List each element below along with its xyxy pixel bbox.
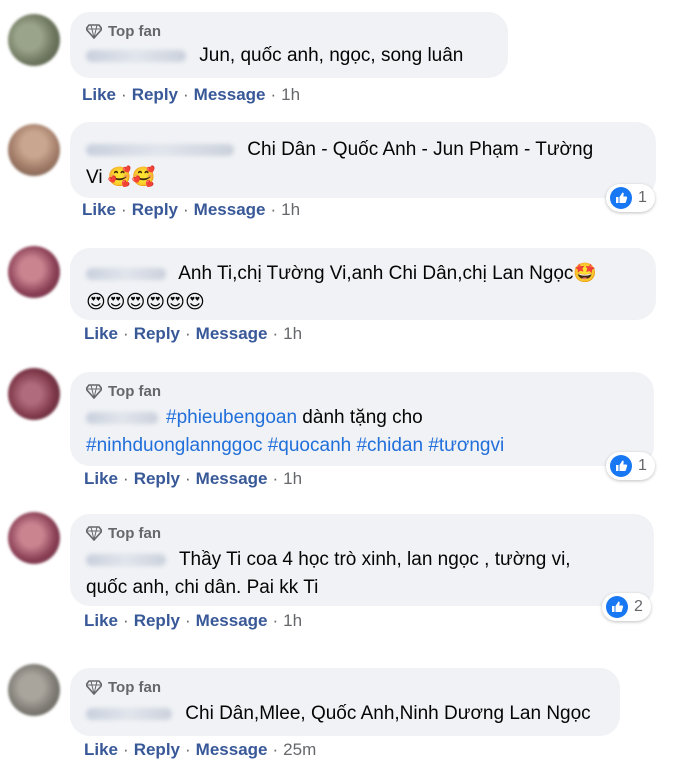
like-icon	[610, 187, 632, 209]
message-link[interactable]: Message	[196, 469, 268, 488]
comment-actions: Like · Reply · Message · 1h	[84, 611, 303, 630]
comment-actions: Like · Reply · Message · 1h	[84, 324, 303, 343]
comment-text: Chi Dân,Mlee, Quốc Anh,Ninh Dương Lan Ng…	[185, 703, 591, 724]
comment-text: Thầy Ti coa 4 học trò xinh, lan ngọc , t…	[178, 549, 571, 570]
reaction-count[interactable]: 1	[606, 184, 655, 212]
diamond-icon	[86, 680, 102, 695]
blurred-author-name[interactable]	[86, 553, 166, 566]
reply-link[interactable]: Reply	[134, 740, 180, 759]
reaction-count[interactable]: 2	[602, 593, 651, 621]
comment-text: quốc anh, chi dân. Pai kk Ti	[86, 577, 319, 598]
like-icon	[606, 596, 628, 618]
hashtag[interactable]: #phieubengoan	[166, 407, 297, 428]
avatar[interactable]	[8, 14, 60, 66]
diamond-icon	[86, 384, 102, 399]
like-link[interactable]: Like	[84, 324, 118, 343]
like-icon	[610, 455, 632, 477]
message-link[interactable]: Message	[194, 200, 266, 219]
like-link[interactable]: Like	[82, 200, 116, 219]
hashtag[interactable]: #chidan	[356, 435, 423, 456]
comment-text: Vi 🥰🥰	[86, 167, 156, 188]
comment-text: Chi Dân - Quốc Anh - Jun Phạm - Tường	[247, 139, 594, 160]
message-link[interactable]: Message	[196, 324, 268, 343]
reply-link[interactable]: Reply	[134, 469, 180, 488]
message-link[interactable]: Message	[194, 85, 266, 104]
message-link[interactable]: Message	[196, 740, 268, 759]
blurred-author-name[interactable]	[86, 143, 234, 156]
comment-bubble: Top fan Thầy Ti coa 4 học trò xinh, lan …	[70, 514, 654, 606]
blurred-author-name[interactable]	[86, 707, 172, 720]
top-fan-badge: Top fan	[86, 524, 638, 542]
like-link[interactable]: Like	[84, 611, 118, 630]
timestamp[interactable]: 1h	[281, 200, 300, 219]
diamond-icon	[86, 526, 102, 541]
blurred-author-name[interactable]	[86, 411, 158, 424]
comment-actions: Like · Reply · Message · 1h	[82, 200, 301, 219]
avatar[interactable]	[8, 664, 60, 716]
like-link[interactable]: Like	[84, 469, 118, 488]
hashtag[interactable]: #ninhduonglannggoc	[86, 435, 262, 456]
timestamp[interactable]: 1h	[283, 469, 302, 488]
comment-bubble: Top fan Chi Dân,Mlee, Quốc Anh,Ninh Dươn…	[70, 668, 620, 736]
comment-emoji-line: 😍😍😍😍😍😍	[86, 291, 205, 313]
comment-actions: Like · Reply · Message · 25m	[84, 740, 317, 759]
diamond-icon	[86, 24, 102, 39]
comment-bubble: Anh Ti,chị Tường Vi,anh Chi Dân,chị Lan …	[70, 248, 656, 320]
timestamp[interactable]: 25m	[283, 740, 316, 759]
comment-text: Jun, quốc anh, ngọc, song luân	[199, 45, 464, 66]
timestamp[interactable]: 1h	[283, 324, 302, 343]
reply-link[interactable]: Reply	[132, 85, 178, 104]
avatar[interactable]	[8, 124, 60, 176]
timestamp[interactable]: 1h	[283, 611, 302, 630]
avatar[interactable]	[8, 512, 60, 564]
message-link[interactable]: Message	[196, 611, 268, 630]
like-link[interactable]: Like	[84, 740, 118, 759]
blurred-author-name[interactable]	[86, 49, 186, 62]
reaction-count[interactable]: 1	[606, 452, 655, 480]
comment-actions: Like · Reply · Message · 1h	[82, 85, 301, 104]
comment-bubble: Chi Dân - Quốc Anh - Jun Phạm - Tường Vi…	[70, 122, 656, 198]
like-link[interactable]: Like	[82, 85, 116, 104]
blurred-author-name[interactable]	[86, 267, 166, 280]
comment-actions: Like · Reply · Message · 1h	[84, 469, 303, 488]
reply-link[interactable]: Reply	[134, 324, 180, 343]
avatar[interactable]	[8, 368, 60, 420]
comment-text: dành tặng cho	[297, 407, 423, 428]
hashtag[interactable]: #tươngvi	[428, 435, 504, 456]
reply-link[interactable]: Reply	[132, 200, 178, 219]
comment-bubble: Top fan Jun, quốc anh, ngọc, song luân	[70, 12, 508, 78]
avatar[interactable]	[8, 246, 60, 298]
comment-bubble: Top fan #phieubengoan dành tặng cho #nin…	[70, 372, 654, 466]
top-fan-badge: Top fan	[86, 382, 638, 400]
hashtag[interactable]: #quocanh	[268, 435, 351, 456]
top-fan-badge: Top fan	[86, 678, 604, 696]
top-fan-badge: Top fan	[86, 22, 492, 40]
comment-text: Anh Ti,chị Tường Vi,anh Chi Dân,chị Lan …	[178, 263, 598, 284]
timestamp[interactable]: 1h	[281, 85, 300, 104]
reply-link[interactable]: Reply	[134, 611, 180, 630]
